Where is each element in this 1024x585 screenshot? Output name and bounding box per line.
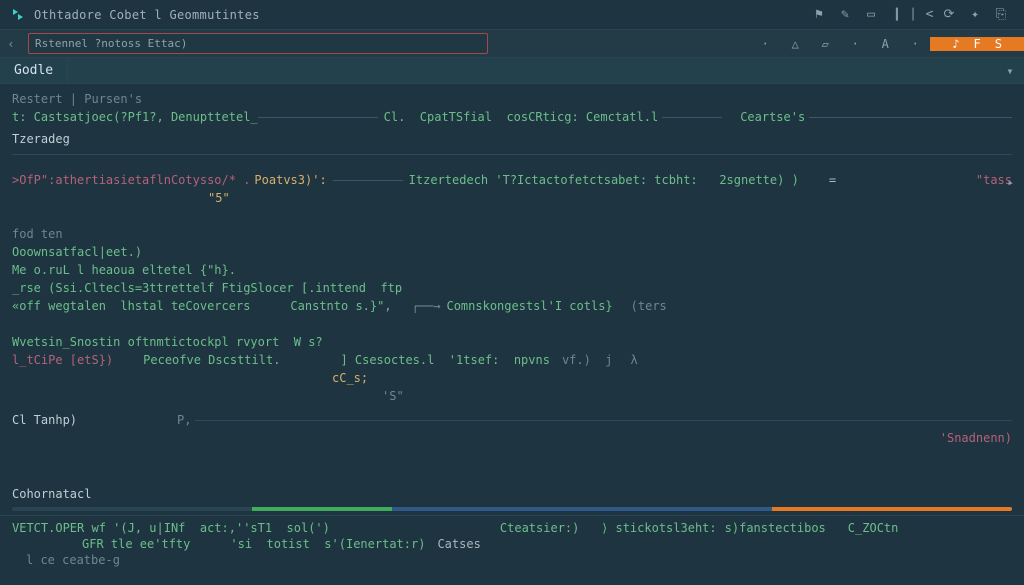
toolbar-right: · △ ▱ · A · ♪ F S bbox=[750, 30, 1024, 57]
editor-body: ▸ Restert | Pursen's t: Castsatjoec(?Pf1… bbox=[0, 84, 1024, 585]
section-1-label: Tzeradeg bbox=[12, 126, 1012, 150]
tab-code-label: Godle bbox=[14, 63, 53, 78]
screen-icon[interactable]: ▭ bbox=[858, 5, 884, 25]
b2-g: (ters bbox=[631, 297, 667, 315]
progress-seg-blank bbox=[12, 507, 252, 511]
out3: l ce ceatbe-g bbox=[26, 551, 120, 569]
b2-line-d: «off wegtalen lhstal teCovercers Canstnt… bbox=[12, 297, 1012, 315]
section-2-label: Cl Tanhp) bbox=[12, 411, 77, 429]
meta2-b: Cl. CpatTSfial cosCRticg: Cemctatl.l bbox=[384, 108, 659, 126]
path-input[interactable]: Rstennel ?notoss Ettac) bbox=[28, 33, 488, 54]
b2-f: Comnskongestsl'I cotls} bbox=[446, 297, 612, 315]
b1-f: "5" bbox=[208, 189, 230, 207]
bars-left-icon[interactable]: ⎹⎸ bbox=[884, 5, 910, 25]
section-2-row: Cl Tanhp) P, bbox=[12, 411, 1012, 429]
b1-a: >OfP":athertiasietaflnCotysso/* . bbox=[12, 171, 250, 189]
code-block-3-line-1: Wvetsin_Snostin oftnmtictockpl rvyort W … bbox=[12, 333, 1012, 351]
toolbar: ‹ Rstennel ?notoss Ettac) · △ ▱ · A · ♪ … bbox=[0, 30, 1024, 58]
out-line-2: GFR tle ee'tfty 'si totist s'(Ienertat:r… bbox=[12, 536, 1012, 552]
b3-a: Wvetsin_Snostin oftnmtictockpl rvyort W … bbox=[12, 333, 323, 351]
flag-icon[interactable]: ⚑ bbox=[806, 5, 832, 25]
code-block-3-line-2: l_tCiPe [etS}) Peceofve Dscsttilt. ] Cse… bbox=[12, 351, 1012, 369]
pen-icon[interactable]: ✎ bbox=[832, 5, 858, 25]
b1-c: Itzertedech 'T?Ictactofetctsabet: tcbht:… bbox=[409, 171, 799, 189]
progress-bar[interactable] bbox=[12, 507, 1012, 511]
b2-d: «off wegtalen lhstal teCovercers bbox=[12, 297, 250, 315]
window-title: Othtadore Cobet l Geommutintes bbox=[34, 8, 260, 22]
progress-seg-green bbox=[252, 507, 392, 511]
progress-label: Cohornatacl bbox=[12, 481, 1012, 507]
progress-seg-orange bbox=[772, 507, 1012, 511]
config-tab-b: F bbox=[974, 37, 981, 51]
b2-c: _rse (Ssi.Cltecls=3ttrettelf FtigSlocer … bbox=[12, 279, 402, 297]
meta2-a: t: Castsatjoec(?Pf1?, Denupttetel_ bbox=[12, 108, 258, 126]
b2-b: Me o.ruL l heaoua eltetel {"h}. bbox=[12, 261, 236, 279]
config-tab[interactable]: ♪ F S bbox=[930, 37, 1024, 51]
config-tab-a: ♪ bbox=[952, 37, 959, 51]
refresh-icon[interactable]: ⟳ bbox=[936, 5, 962, 25]
letter-tool[interactable]: A bbox=[870, 30, 900, 57]
mini-tool-1[interactable]: · bbox=[750, 30, 780, 57]
app-logo-icon bbox=[10, 7, 26, 23]
out1-d: C_ZOCtn bbox=[848, 519, 899, 537]
b2-label: fod ten bbox=[12, 225, 63, 243]
progress-seg-blue bbox=[392, 507, 772, 511]
b3-d: ] Csesoctes.l '1tsef: npvns bbox=[340, 351, 550, 369]
meta-line-2: t: Castsatjoec(?Pf1?, Denupttetel_ Cl. C… bbox=[12, 108, 1012, 126]
editor-tabs: Godle ▾ bbox=[0, 58, 1024, 84]
output-annotation: Tse., bbox=[977, 515, 1010, 520]
out1-c: s)fanstectibos bbox=[725, 519, 826, 537]
b3-x: λ bbox=[631, 351, 638, 369]
b3-e: cC_s; bbox=[332, 369, 368, 387]
b2-e: Canstnto s.}", bbox=[290, 297, 391, 315]
out1-b: Cteatsier:) ⟩ stickotsl3eht: bbox=[500, 519, 717, 537]
config-tab-c: S bbox=[995, 37, 1002, 51]
path-text: Rstennel ?notoss Ettac) bbox=[35, 37, 187, 50]
bars-right-icon[interactable]: ⎸< bbox=[910, 5, 936, 25]
mini-tool-2[interactable]: △ bbox=[780, 30, 810, 57]
b3-b: l_tCiPe [etS}) bbox=[12, 351, 113, 369]
titlebar: Othtadore Cobet l Geommutintes ⚑ ✎ ▭ ⎹⎸ … bbox=[0, 0, 1024, 30]
mini-tool-5[interactable]: · bbox=[900, 30, 930, 57]
output-panel: Tse., VETCT.OPER wf '(J, u|INf act:,''sT… bbox=[0, 515, 1024, 585]
section-2-right: 'Snadnenn) bbox=[940, 429, 1012, 447]
b3-v: vf.) j bbox=[562, 351, 613, 369]
out2-c: Catses bbox=[437, 535, 480, 553]
out-line-1: VETCT.OPER wf '(J, u|INf act:,''sT1 sol(… bbox=[12, 520, 1012, 536]
b1-d: = bbox=[829, 171, 836, 189]
mini-tool-4[interactable]: · bbox=[840, 30, 870, 57]
b3-c: Peceofve Dscsttilt. bbox=[143, 351, 280, 369]
meta-line-1: Restert | Pursen's bbox=[12, 90, 142, 108]
out2-b: 'si totist s'(Ienertat:r) bbox=[230, 535, 425, 553]
section-2-p: P, bbox=[177, 411, 191, 429]
progress-area: Cohornatacl bbox=[0, 481, 1024, 511]
collapse-button[interactable]: ▾ bbox=[996, 64, 1024, 78]
meta2-c: Ceartse's bbox=[740, 108, 805, 126]
code-block-1: >OfP":athertiasietaflnCotysso/* . Poatvs… bbox=[12, 171, 1012, 189]
b1-b: Poatvs3)': bbox=[254, 171, 326, 189]
back-icon[interactable]: ‹ bbox=[0, 30, 22, 57]
mini-tool-3[interactable]: ▱ bbox=[810, 30, 840, 57]
b2-a: Ooownsatfacl|eet.) bbox=[12, 243, 142, 261]
save-icon[interactable]: ⎘ bbox=[988, 5, 1014, 25]
tab-code[interactable]: Godle bbox=[0, 58, 68, 83]
chevron-down-icon: ▾ bbox=[1006, 64, 1013, 78]
wand-icon[interactable]: ✦ bbox=[962, 5, 988, 25]
b3-f: 'S" bbox=[382, 387, 404, 405]
gutter-collapse-icon[interactable]: ▸ bbox=[1007, 174, 1014, 192]
